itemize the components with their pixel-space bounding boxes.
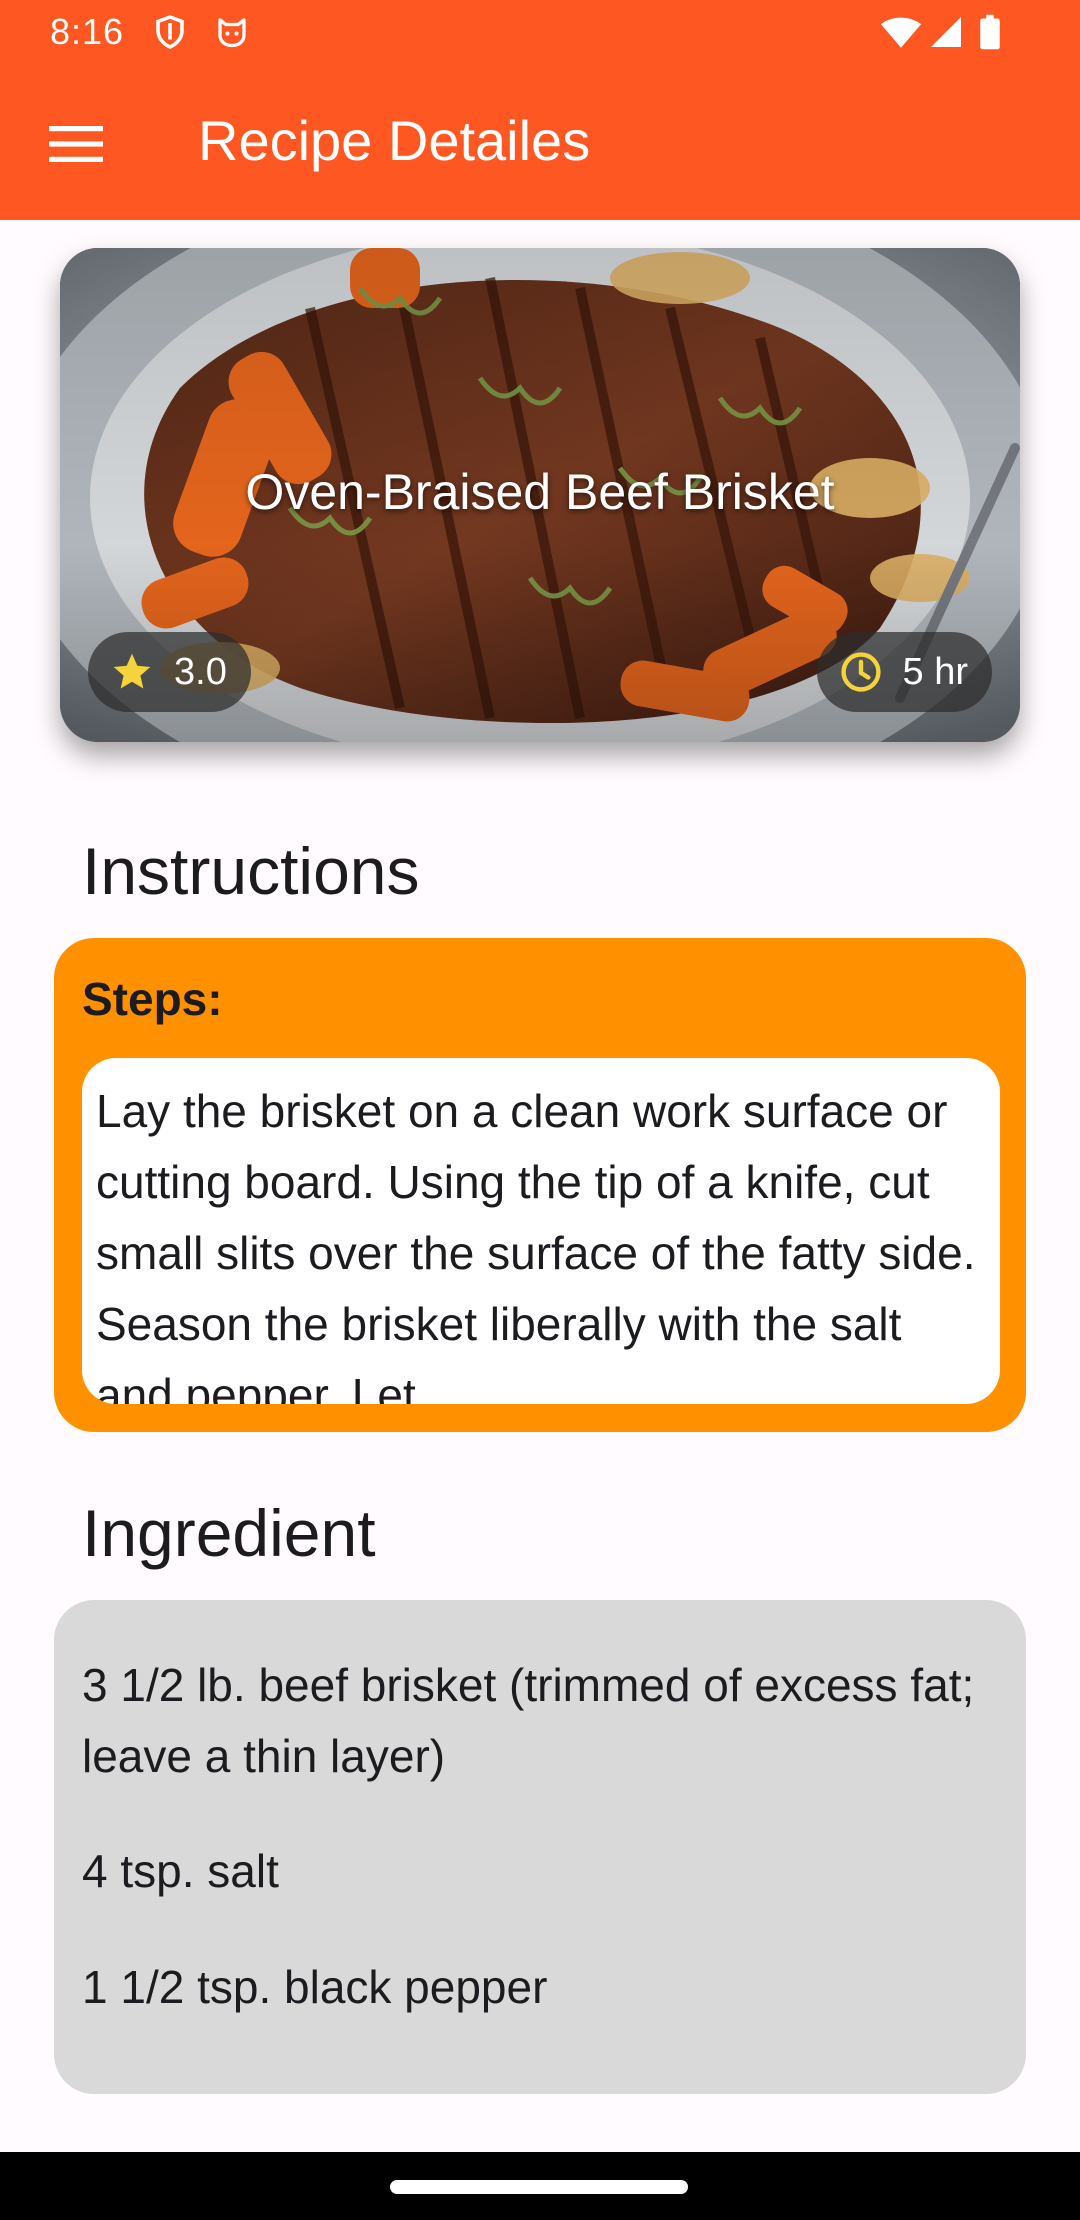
ingredient-item: 3 1/2 lb. beef brisket (trimmed of exces… xyxy=(82,1659,975,1782)
clock-icon xyxy=(840,652,881,692)
ingredients-heading: Ingredient xyxy=(82,1496,376,1570)
rating-chip: 3.0 xyxy=(88,632,251,712)
top-app-bar: 8:16 Recipe Detailes xyxy=(0,0,1080,220)
cat-face-icon xyxy=(214,14,250,50)
time-chip: 5 hr xyxy=(816,632,992,712)
home-gesture-handle[interactable] xyxy=(390,2180,688,2194)
recipe-name: Oven-Braised Beef Brisket xyxy=(245,464,835,520)
wifi-icon xyxy=(880,14,922,50)
ingredients-card: 3 1/2 lb. beef brisket (trimmed of exces… xyxy=(54,1600,1026,2094)
time-value: 5 hr xyxy=(902,650,968,693)
page-title: Recipe Detailes xyxy=(198,109,591,172)
recipe-hero-card[interactable]: Oven-Braised Beef Brisket 3.0 5 hr xyxy=(60,248,1020,742)
rating-value: 3.0 xyxy=(174,650,227,693)
steps-scroll-box[interactable]: Lay the brisket on a clean work surface … xyxy=(82,1058,1000,1404)
menu-button[interactable] xyxy=(40,108,112,180)
steps-label: Steps: xyxy=(82,973,223,1025)
star-icon xyxy=(113,653,151,689)
shield-icon xyxy=(152,14,188,50)
steps-text: Lay the brisket on a clean work surface … xyxy=(96,1085,976,1404)
ingredient-item: 4 tsp. salt xyxy=(82,1845,279,1897)
instructions-heading: Instructions xyxy=(82,834,420,908)
battery-icon xyxy=(976,14,1004,50)
status-time: 8:16 xyxy=(50,11,125,52)
signal-icon xyxy=(928,14,964,50)
hamburger-menu-icon xyxy=(49,126,103,162)
steps-card: Steps: Lay the brisket on a clean work s… xyxy=(54,938,1026,1432)
ingredient-item: 1 1/2 tsp. black pepper xyxy=(82,1961,548,2013)
